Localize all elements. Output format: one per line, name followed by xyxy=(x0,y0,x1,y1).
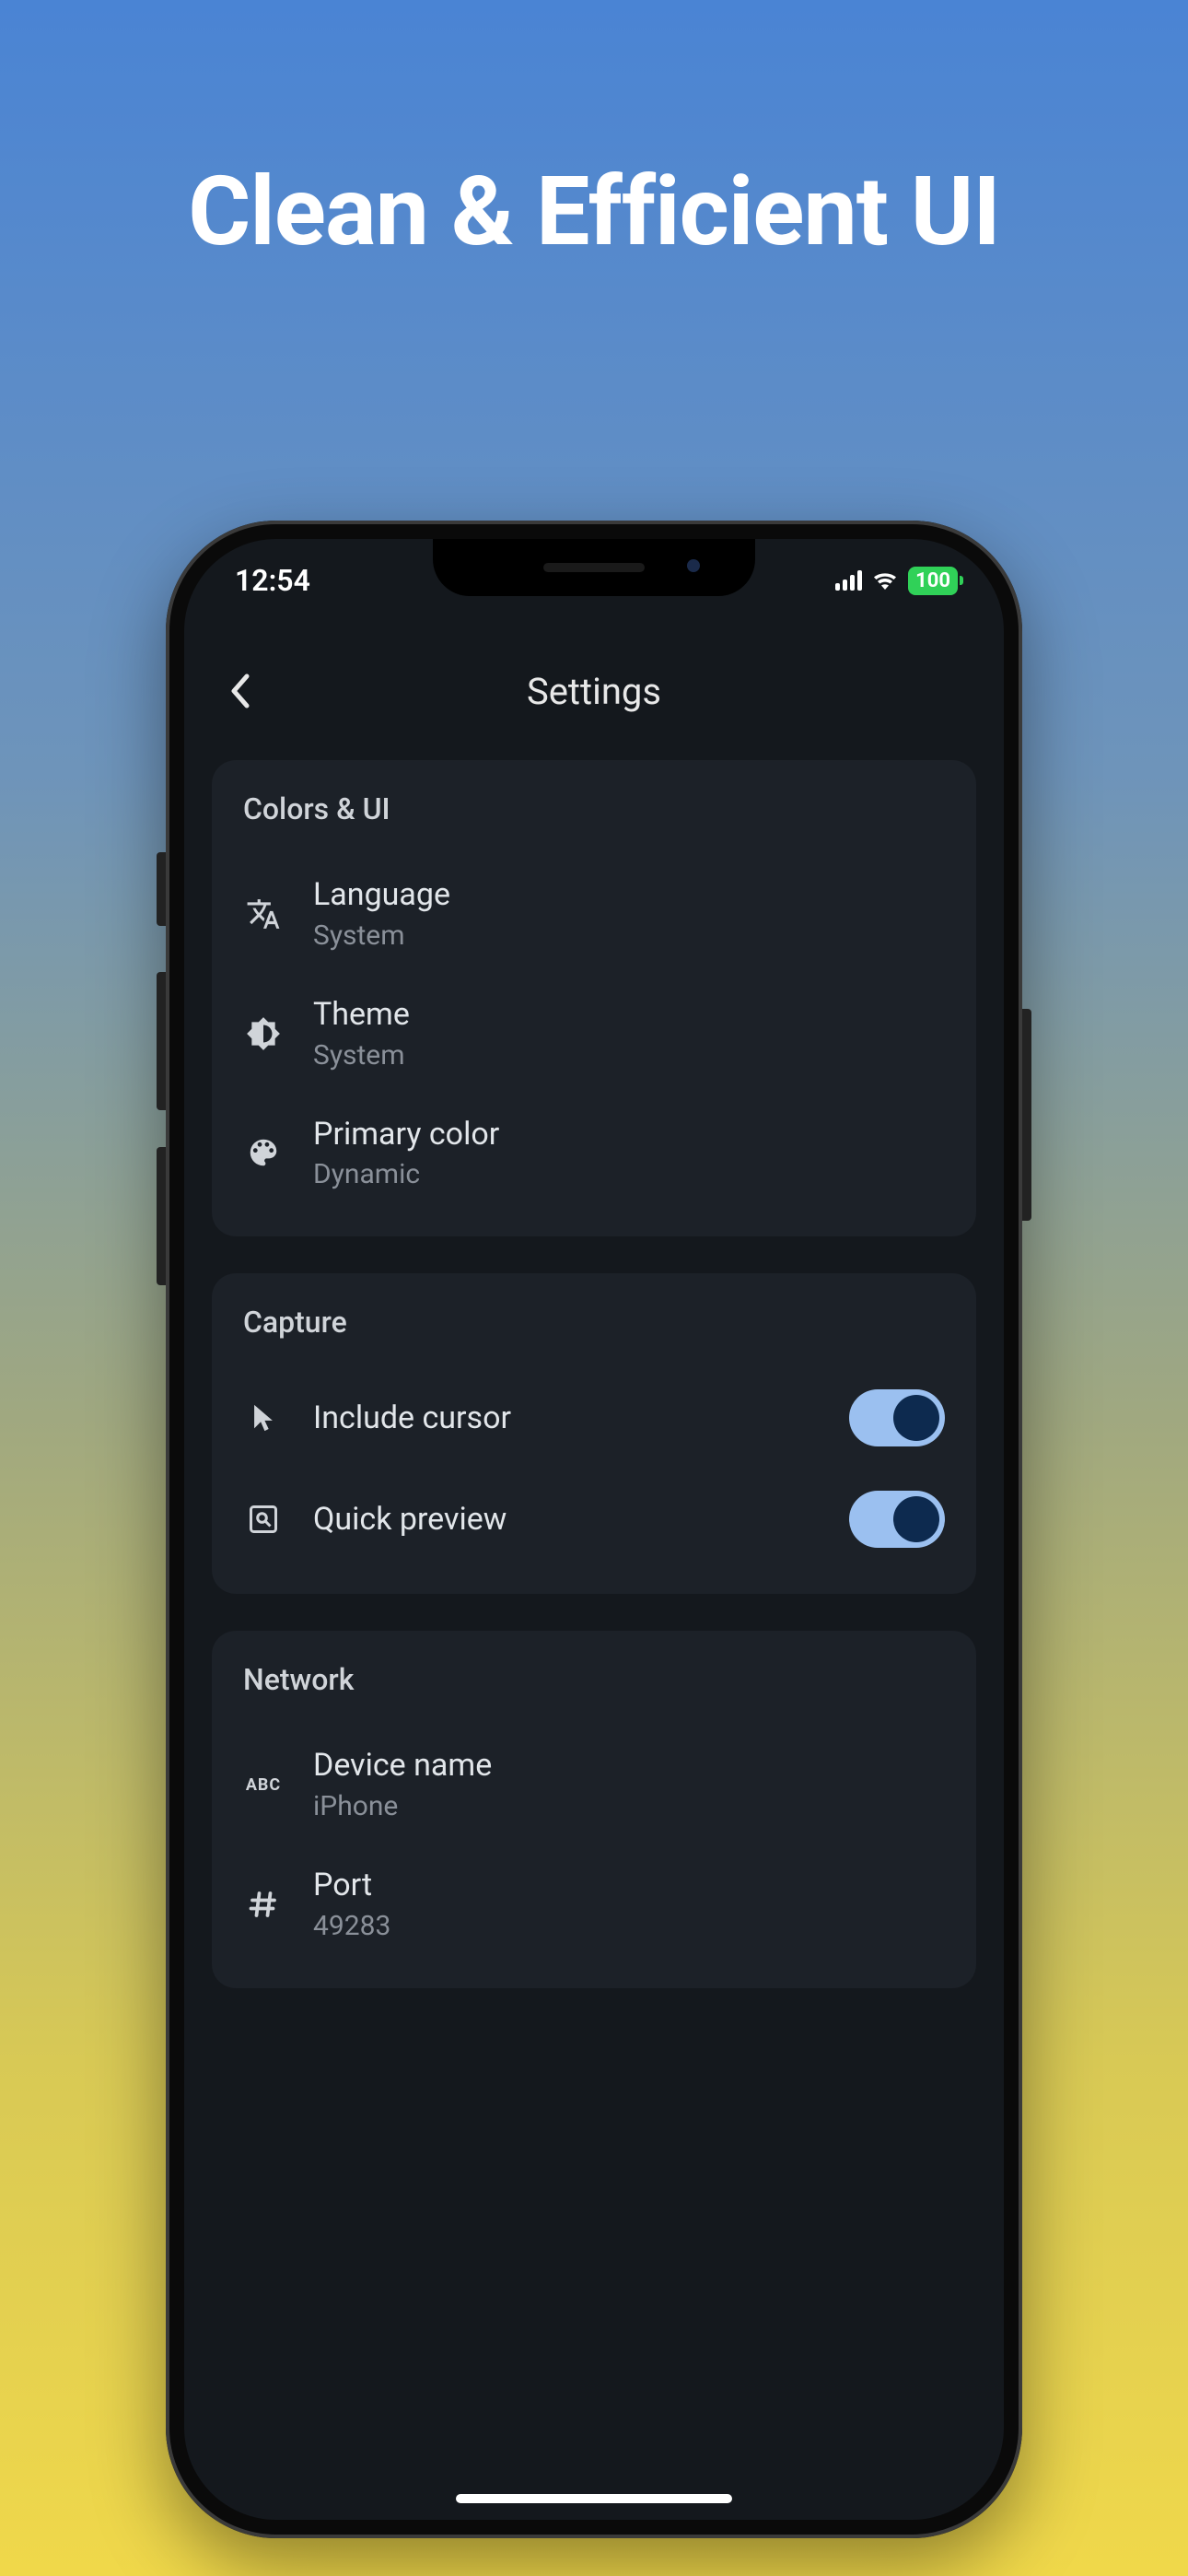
row-device-name[interactable]: ABC Device name iPhone xyxy=(243,1725,945,1844)
translate-icon xyxy=(243,894,284,934)
section-capture: Capture Include cursor Quick prev xyxy=(212,1273,976,1594)
row-label: Theme xyxy=(313,996,945,1034)
preview-icon xyxy=(243,1499,284,1540)
row-value: 49283 xyxy=(313,1910,945,1942)
device-notch xyxy=(433,539,755,596)
row-include-cursor[interactable]: Include cursor xyxy=(243,1367,945,1469)
cursor-icon xyxy=(243,1398,284,1438)
toggle-include-cursor[interactable] xyxy=(849,1389,945,1446)
row-label: Port xyxy=(313,1867,945,1904)
chevron-left-icon xyxy=(228,673,250,709)
row-value: iPhone xyxy=(313,1790,945,1822)
home-indicator[interactable] xyxy=(456,2494,732,2503)
row-port[interactable]: Port 49283 xyxy=(243,1844,945,1964)
cellular-icon xyxy=(835,570,862,591)
device-frame: 12:54 100 Settings Colors & UI xyxy=(166,521,1022,2538)
wifi-icon xyxy=(871,570,899,591)
section-title: Capture xyxy=(243,1305,945,1340)
row-label: Language xyxy=(313,876,945,914)
battery-indicator: 100 xyxy=(908,567,958,595)
palette-icon xyxy=(243,1132,284,1173)
marketing-headline: Clean & Efficient UI xyxy=(0,157,1188,268)
section-network: Network ABC Device name iPhone Po xyxy=(212,1631,976,1988)
page-title: Settings xyxy=(184,670,1004,713)
back-button[interactable] xyxy=(212,663,267,719)
section-colors-ui: Colors & UI Language System Them xyxy=(212,760,976,1236)
device-volume-down xyxy=(157,1147,166,1285)
device-power-button xyxy=(1022,1009,1031,1221)
device-mute-switch xyxy=(157,852,166,926)
screen: 12:54 100 Settings Colors & UI xyxy=(184,539,1004,2520)
row-value: Dynamic xyxy=(313,1158,945,1190)
row-label: Quick preview xyxy=(313,1501,820,1539)
row-value: System xyxy=(313,919,945,952)
row-quick-preview[interactable]: Quick preview xyxy=(243,1469,945,1570)
row-value: System xyxy=(313,1039,945,1071)
row-label: Include cursor xyxy=(313,1399,820,1437)
abc-icon: ABC xyxy=(243,1764,284,1805)
status-time: 12:54 xyxy=(235,563,310,598)
section-title: Colors & UI xyxy=(243,791,945,826)
hash-icon xyxy=(243,1884,284,1925)
row-theme[interactable]: Theme System xyxy=(243,974,945,1094)
settings-content[interactable]: Colors & UI Language System Them xyxy=(212,760,976,2520)
device-volume-up xyxy=(157,972,166,1110)
status-indicators: 100 xyxy=(835,567,958,595)
section-title: Network xyxy=(243,1662,945,1697)
nav-bar: Settings xyxy=(184,650,1004,732)
brightness-icon xyxy=(243,1013,284,1054)
row-label: Device name xyxy=(313,1747,945,1785)
row-language[interactable]: Language System xyxy=(243,854,945,974)
row-primary-color[interactable]: Primary color Dynamic xyxy=(243,1094,945,1213)
row-label: Primary color xyxy=(313,1116,945,1153)
toggle-quick-preview[interactable] xyxy=(849,1491,945,1548)
